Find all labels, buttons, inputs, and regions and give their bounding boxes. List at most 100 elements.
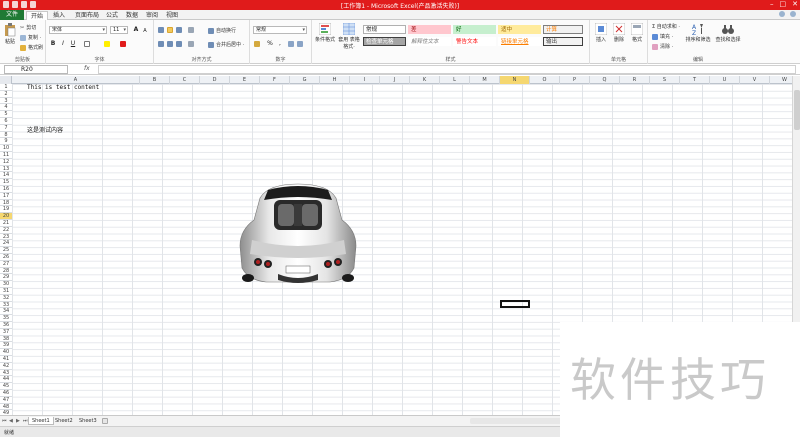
prev-sheet-icon[interactable]: ◀ — [9, 418, 14, 424]
row-header-1[interactable]: 1 — [0, 84, 12, 91]
fill-button[interactable]: 填充 · — [652, 33, 673, 40]
row-header-36[interactable]: 36 — [0, 322, 12, 329]
maximize-button[interactable]: □ — [780, 0, 787, 9]
column-header-p[interactable]: P — [560, 76, 590, 84]
column-header-v[interactable]: V — [740, 76, 770, 84]
column-header-r[interactable]: R — [620, 76, 650, 84]
column-header-l[interactable]: L — [440, 76, 470, 84]
row-header-23[interactable]: 23 — [0, 234, 12, 241]
row-header-9[interactable]: 9 — [0, 138, 12, 146]
column-header-f[interactable]: F — [260, 76, 290, 84]
tab-file[interactable]: 文件 — [0, 10, 24, 20]
align-left-icon[interactable] — [158, 41, 164, 47]
tab-formulas[interactable]: 公式 — [104, 11, 120, 20]
row-header-30[interactable]: 30 — [0, 281, 12, 288]
select-all-corner[interactable] — [0, 76, 12, 84]
wrap-text-button[interactable]: 自动换行 — [208, 27, 236, 34]
column-header-k[interactable]: K — [410, 76, 440, 84]
shrink-font-button[interactable]: A — [141, 27, 149, 35]
column-header-i[interactable]: I — [350, 76, 380, 84]
row-header-42[interactable]: 42 — [0, 363, 12, 370]
row-header-43[interactable]: 43 — [0, 370, 12, 377]
row-header-31[interactable]: 31 — [0, 288, 12, 295]
style-linked-cell[interactable]: 链接单元格 — [498, 37, 541, 46]
column-header-d[interactable]: D — [200, 76, 230, 84]
row-header-29[interactable]: 29 — [0, 274, 12, 282]
row-header-25[interactable]: 25 — [0, 247, 12, 254]
font-size-combo[interactable]: 11 — [110, 26, 128, 34]
car-image[interactable] — [238, 180, 358, 288]
row-header-37[interactable]: 37 — [0, 329, 12, 336]
sort-filter-button[interactable]: AZ 排序和筛选 — [684, 23, 712, 43]
format-cells-button[interactable]: 格式 — [628, 23, 646, 43]
row-header-7[interactable]: 7 — [0, 125, 12, 132]
row-header-38[interactable]: 38 — [0, 336, 12, 343]
column-header-w[interactable]: W — [770, 76, 792, 84]
row-header-16[interactable]: 16 — [0, 186, 12, 193]
row-header-14[interactable]: 14 — [0, 172, 12, 180]
column-header-a[interactable]: A — [12, 76, 140, 84]
format-as-table-button[interactable]: 套用 表格格式· — [337, 23, 361, 50]
row-header-39[interactable]: 39 — [0, 342, 12, 350]
row-header-13[interactable]: 13 — [0, 166, 12, 173]
column-header-m[interactable]: M — [470, 76, 500, 84]
row-header-10[interactable]: 10 — [0, 145, 12, 152]
font-name-combo[interactable]: 宋体 — [49, 26, 107, 34]
row-header-12[interactable]: 12 — [0, 159, 12, 166]
paste-button[interactable]: 粘贴 — [2, 23, 18, 45]
cut-button[interactable]: ✂ 剪切 — [20, 24, 36, 32]
number-format-combo[interactable]: 常规 — [253, 26, 307, 34]
style-calculation[interactable]: 计算 — [543, 25, 583, 34]
row-header-19[interactable]: 19 — [0, 206, 12, 214]
align-top-icon[interactable] — [158, 27, 164, 33]
align-center-icon[interactable] — [167, 41, 173, 47]
column-header-j[interactable]: J — [380, 76, 410, 84]
decrease-decimal-icon[interactable] — [297, 41, 303, 47]
minimize-button[interactable]: – — [770, 0, 774, 9]
row-header-27[interactable]: 27 — [0, 261, 12, 268]
grow-font-button[interactable]: A — [132, 26, 140, 34]
tab-data[interactable]: 数据 — [124, 11, 140, 20]
column-header-b[interactable]: B — [140, 76, 170, 84]
name-box[interactable]: R20 — [4, 65, 68, 74]
row-header-22[interactable]: 22 — [0, 227, 12, 234]
row-header-28[interactable]: 28 — [0, 268, 12, 275]
vertical-scroll-thumb[interactable] — [794, 90, 800, 130]
style-neutral[interactable]: 适中 — [498, 25, 541, 34]
style-output[interactable]: 输出 — [543, 37, 583, 46]
conditional-format-button[interactable]: 条件格式 — [314, 23, 336, 43]
column-header-g[interactable]: G — [290, 76, 320, 84]
comma-button[interactable]: , — [276, 40, 284, 48]
column-header-u[interactable]: U — [710, 76, 740, 84]
autosum-button[interactable]: Σ 自动求和 · — [652, 23, 680, 30]
format-painter-button[interactable]: 格式刷 — [20, 44, 43, 51]
tab-review[interactable]: 审阅 — [144, 11, 160, 20]
row-header-15[interactable]: 15 — [0, 179, 12, 186]
row-header-24[interactable]: 24 — [0, 240, 12, 248]
row-header-26[interactable]: 26 — [0, 254, 12, 261]
first-sheet-icon[interactable]: ⏮ — [2, 418, 7, 424]
column-header-n[interactable]: N — [500, 76, 530, 84]
insert-cells-button[interactable]: 插入 — [592, 23, 610, 43]
style-bad[interactable]: 差 — [408, 25, 451, 34]
active-cell-r20[interactable] — [500, 300, 530, 308]
row-header-2[interactable]: 2 — [0, 91, 12, 98]
borders-icon[interactable] — [84, 41, 90, 47]
new-sheet-icon[interactable] — [102, 418, 108, 424]
clear-button[interactable]: 清除 · — [652, 43, 673, 50]
tab-insert[interactable]: 插入 — [50, 11, 68, 20]
indent-icon[interactable] — [188, 41, 194, 47]
copy-button[interactable]: 复制 · — [20, 34, 41, 41]
minimize-ribbon-icon[interactable] — [779, 11, 785, 17]
font-color-icon[interactable] — [120, 41, 126, 47]
sheet-tab-1[interactable]: Sheet1 — [28, 417, 54, 425]
tab-page-layout[interactable]: 页面布局 — [72, 11, 102, 20]
row-header-48[interactable]: 48 — [0, 404, 12, 411]
currency-icon[interactable] — [254, 41, 260, 47]
align-middle-icon[interactable] — [167, 27, 173, 33]
style-check-cell[interactable]: 检查单元格 — [363, 37, 406, 46]
row-header-3[interactable]: 3 — [0, 98, 12, 105]
help-icon[interactable] — [790, 11, 796, 17]
column-header-e[interactable]: E — [230, 76, 260, 84]
insert-function-icon[interactable]: fx — [84, 65, 90, 72]
